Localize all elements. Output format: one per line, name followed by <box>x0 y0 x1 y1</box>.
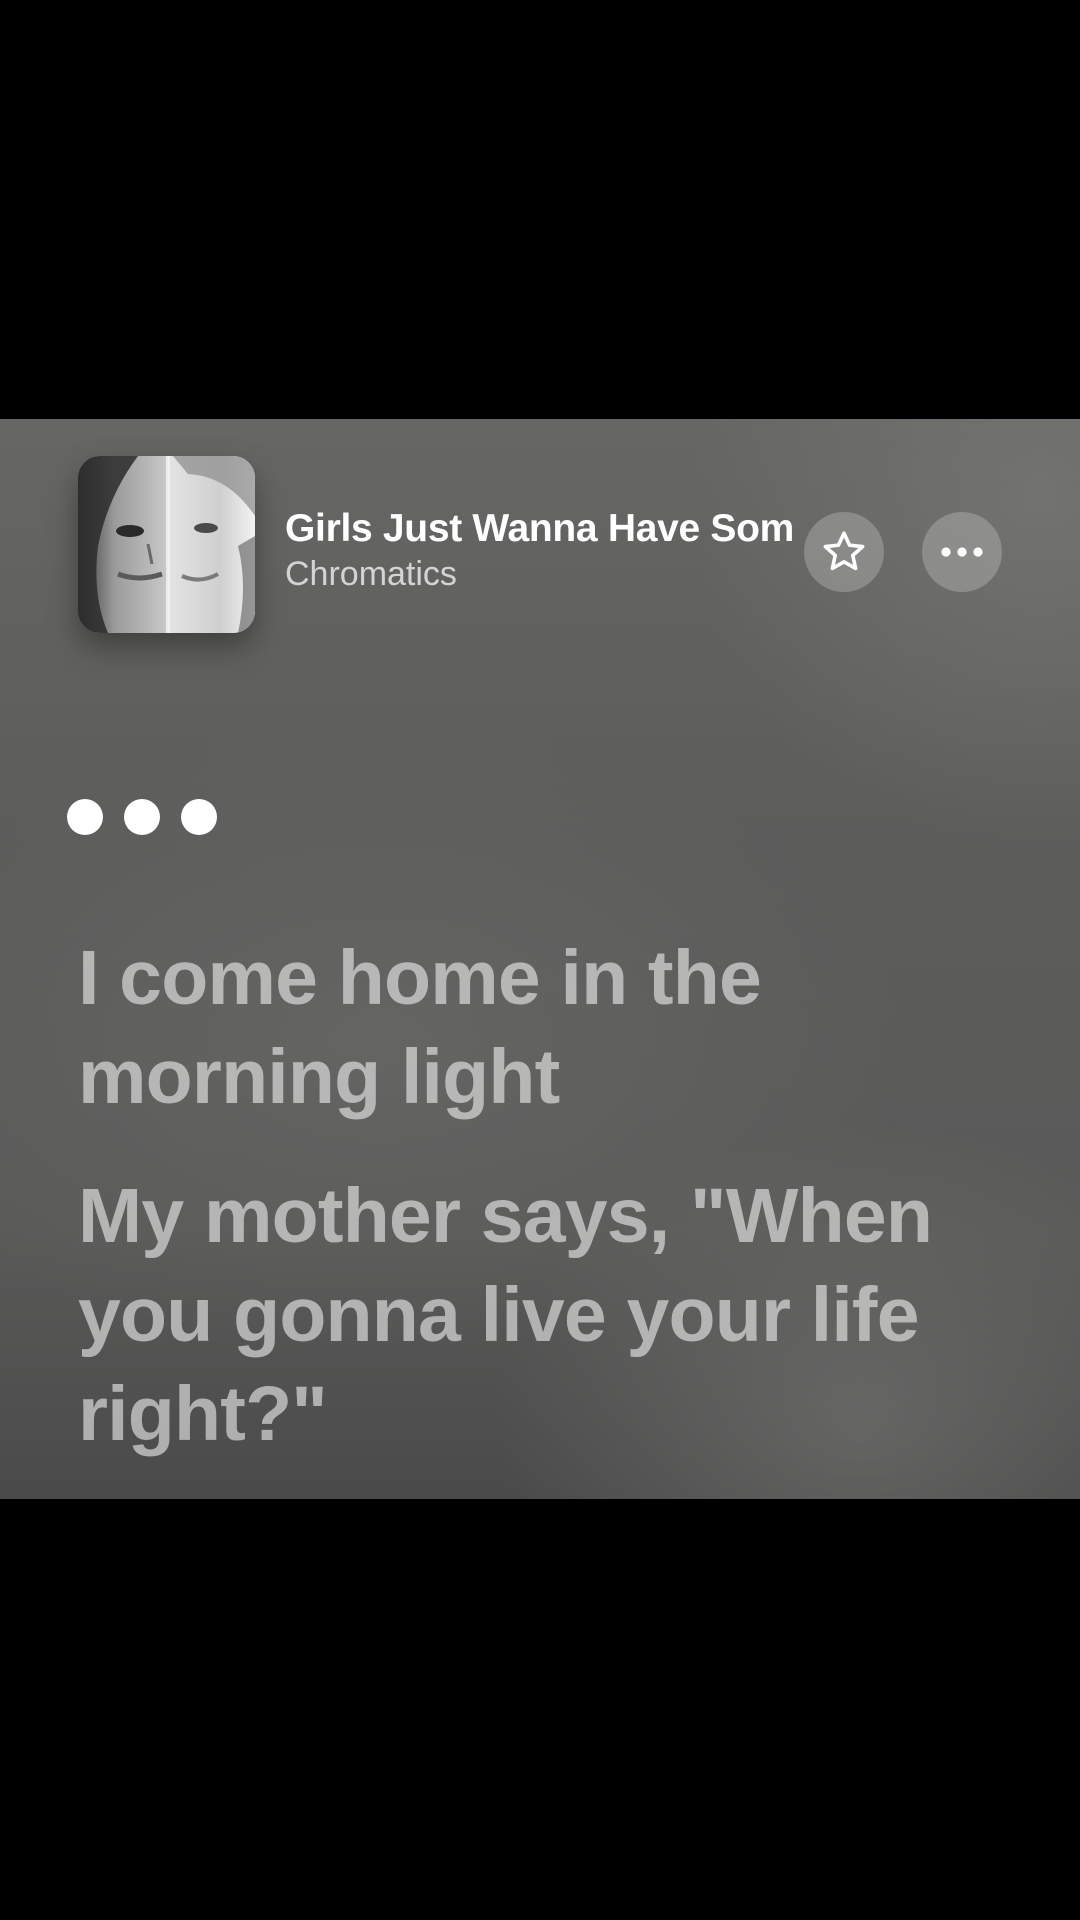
star-outline-icon <box>823 531 865 571</box>
album-artwork-image <box>78 456 255 633</box>
lyric-line[interactable]: My mother says, "When you gonna live you… <box>78 1167 1038 1464</box>
instrumental-break-indicator <box>67 799 217 835</box>
lyrics-list: I come home in the morning light My moth… <box>78 929 1038 1499</box>
album-artwork[interactable] <box>78 456 255 633</box>
indicator-dot <box>67 799 103 835</box>
track-artist: Chromatics <box>285 555 457 593</box>
indicator-dot <box>181 799 217 835</box>
bottom-letterbox <box>0 1499 1080 1920</box>
track-title: Girls Just Wanna Have Some <box>285 507 795 550</box>
track-info[interactable]: Girls Just Wanna Have Some Chromatics <box>285 506 795 596</box>
favorite-button[interactable] <box>804 512 884 592</box>
lyrics-player: Girls Just Wanna Have Some Chromatics I … <box>0 419 1080 1499</box>
top-letterbox <box>0 0 1080 419</box>
more-options-button[interactable] <box>922 512 1002 592</box>
ellipsis-icon <box>941 547 983 557</box>
indicator-dot <box>124 799 160 835</box>
lyric-line[interactable]: I come home in the morning light <box>78 929 838 1127</box>
